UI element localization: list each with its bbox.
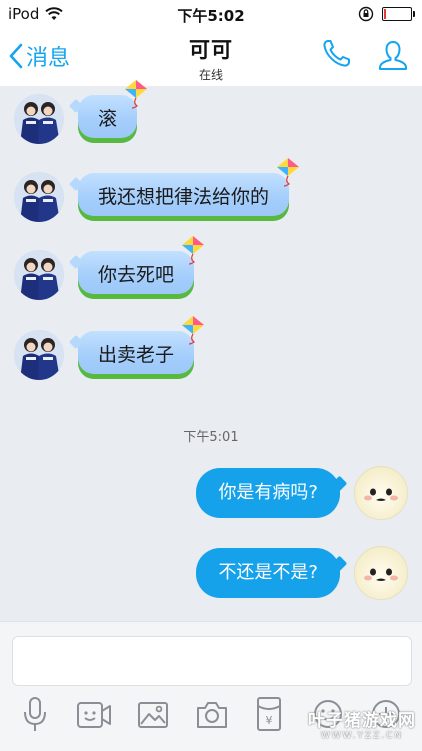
image-icon[interactable]	[137, 700, 169, 730]
message-bubble-in[interactable]: 你去死吧	[78, 236, 205, 299]
message-bubble-out[interactable]: 不还是不是?	[196, 548, 340, 598]
watermark: 叶子猪游戏网 WWW.YZZ.CN	[308, 706, 416, 741]
phone-icon[interactable]	[320, 38, 352, 70]
camera-icon[interactable]	[195, 700, 229, 730]
chat-area[interactable]: 滚 我还想把律法给你的 你去死吧 出卖老子 下午5:01 你是有病吗? 不还是不…	[0, 80, 422, 621]
message-text: 你去死吧	[98, 264, 175, 286]
message-bubble-in[interactable]: 出卖老子	[78, 316, 205, 379]
message-text: 不还是不是?	[218, 562, 318, 583]
chat-header: 消息 可可 在线	[0, 28, 422, 86]
message-text: 滚	[98, 108, 118, 130]
orientation-lock-icon	[358, 6, 374, 22]
svg-text:¥: ¥	[266, 714, 273, 727]
microphone-icon[interactable]	[22, 696, 48, 734]
red-packet-icon[interactable]: ¥	[256, 696, 282, 732]
message-in-row: 滚	[14, 80, 148, 144]
my-avatar[interactable]	[354, 466, 408, 520]
kite-decoration-icon	[277, 158, 300, 187]
message-text: 我还想把律法给你的	[98, 186, 270, 208]
kite-decoration-icon	[125, 80, 148, 109]
message-in-row: 我还想把律法给你的	[14, 158, 300, 222]
message-input[interactable]	[12, 636, 412, 686]
video-icon[interactable]	[76, 700, 112, 730]
message-out-row: 不还是不是?	[196, 546, 408, 600]
battery-icon	[382, 7, 415, 21]
kite-decoration-icon	[182, 316, 205, 345]
timestamp-divider: 下午5:01	[183, 430, 239, 445]
message-in-row: 出卖老子	[14, 316, 205, 380]
message-text: 你是有病吗?	[218, 482, 318, 503]
status-bar: iPod 下午5:02	[0, 0, 422, 28]
message-out-row: 你是有病吗?	[196, 466, 408, 520]
message-text: 出卖老子	[98, 344, 175, 366]
message-bubble-in[interactable]: 滚	[78, 80, 148, 143]
watermark-sub: WWW.YZZ.CN	[320, 731, 404, 741]
input-bar: ¥ 叶子猪游戏网 WWW.YZZ.CN	[0, 621, 422, 751]
contact-avatar[interactable]	[14, 330, 64, 380]
kite-decoration-icon	[182, 236, 205, 265]
message-in-row: 你去死吧	[14, 236, 205, 300]
contact-avatar[interactable]	[14, 250, 64, 300]
contact-avatar[interactable]	[14, 172, 64, 222]
message-bubble-out[interactable]: 你是有病吗?	[196, 468, 340, 518]
battery-fill	[384, 9, 386, 19]
contact-profile-icon[interactable]	[376, 38, 410, 72]
watermark-main: 叶子猪游戏网	[308, 711, 416, 731]
my-avatar[interactable]	[354, 546, 408, 600]
contact-avatar[interactable]	[14, 94, 64, 144]
message-bubble-in[interactable]: 我还想把律法给你的	[78, 158, 300, 221]
